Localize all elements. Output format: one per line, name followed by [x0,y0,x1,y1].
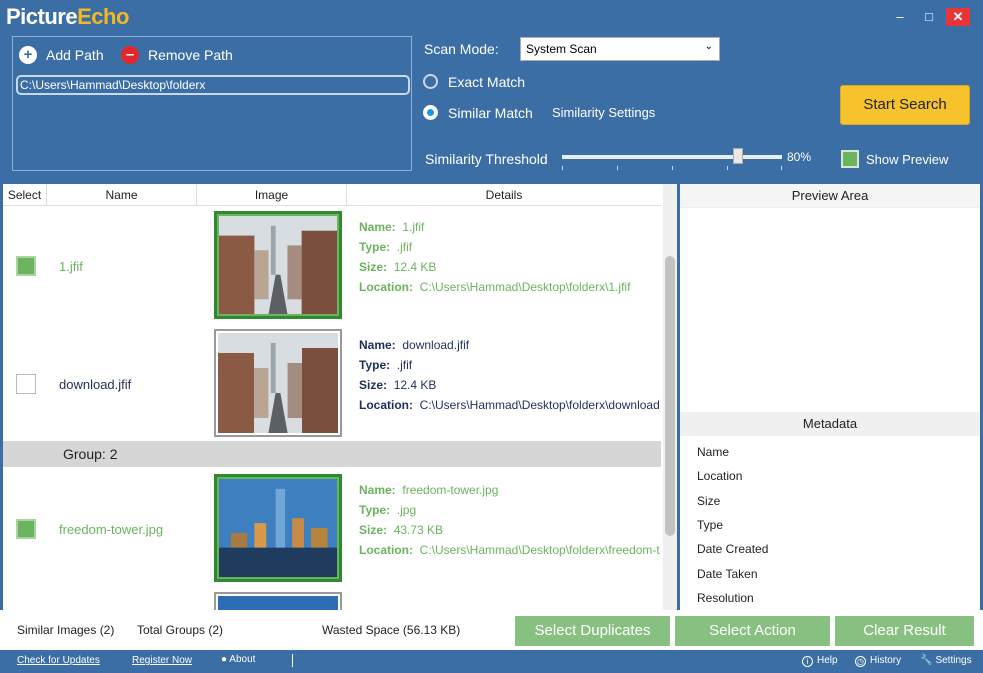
partial-image [218,596,338,610]
similarity-threshold-label: Similarity Threshold [425,151,548,167]
footer-bar: Check for Updates Register Now ● About i… [0,650,983,673]
slider-tick [727,166,728,170]
similar-match-label[interactable]: Similar Match [448,105,533,121]
metadata-field-location: Location [697,469,743,483]
metadata-field-type: Type [697,518,724,532]
row-checkbox[interactable] [16,256,36,276]
similarity-slider-track[interactable] [562,155,782,159]
city-street-image [218,333,338,433]
results-table: Select Name Image Details 1.jfif Name: 1… [3,184,677,610]
scan-mode-dropdown[interactable]: System Scan ⌄ [520,37,720,61]
title-bar: PictureEcho – □ ✕ [0,0,983,36]
file-details: Name: freedom-tower.jpg Type: .jpg Size:… [359,483,660,557]
chevron-down-icon: ⌄ [704,41,713,52]
show-preview-checkbox[interactable] [841,150,859,168]
metadata-panel: Metadata Name Location Size Type Date Cr… [680,412,980,610]
column-header-select[interactable]: Select [3,184,47,206]
file-details: Name: download.jfif Type: .jfif Size: 12… [359,338,660,412]
select-duplicates-button[interactable]: Select Duplicates [515,616,670,646]
scan-mode-value: System Scan [526,42,597,56]
status-bar: Similar Images (2) Total Groups (2) Wast… [0,610,983,650]
register-link[interactable]: Register Now [132,655,192,666]
column-header-details[interactable]: Details [347,184,661,206]
minus-icon: – [121,46,139,64]
settings-label: Settings [935,655,972,666]
similar-match-radio[interactable] [423,105,438,120]
settings-link[interactable]: 🔧 Settings [920,655,972,666]
info-icon: i [802,656,813,667]
file-details: Name: 1.jfif Type: .jfif Size: 12.4 KB L… [359,220,631,294]
threshold-value: 80% [787,150,812,164]
file-name: 1.jfif [59,259,83,274]
path-panel: + Add Path – Remove Path C:\Users\Hammad… [12,36,412,171]
metadata-title: Metadata [680,412,980,436]
total-groups-count: Total Groups (2) [137,623,224,637]
scan-mode-label: Scan Mode: [424,41,499,57]
wasted-space: Wasted Space (56.13 KB) [322,623,461,637]
exact-match-radio[interactable] [423,74,438,89]
metadata-field-date-taken: Date Taken [697,567,758,581]
remove-path-label: Remove Path [148,47,233,63]
minimize-button[interactable]: – [888,8,912,26]
help-link[interactable]: i Help [802,655,838,667]
skyline-image [219,479,337,577]
image-thumbnail[interactable] [214,474,342,582]
clear-result-button[interactable]: Clear Result [835,616,974,646]
table-header: Select Name Image Details [3,184,661,206]
slider-tick [781,166,782,170]
slider-tick [617,166,618,170]
image-thumbnail[interactable] [214,329,342,437]
add-path-button[interactable]: + Add Path [19,45,104,65]
help-label: Help [817,655,838,666]
footer-divider [292,654,293,667]
table-row[interactable]: freedom-tower.jpg Name: freedom-tower.jp… [3,470,661,588]
metadata-field-size: Size [697,494,721,508]
table-row[interactable]: 1.jfif Name: 1.jfif Type: .jfif Size: 12… [3,207,661,325]
slider-tick [562,166,563,170]
app-logo: PictureEcho [6,4,129,29]
about-link[interactable]: ● About [221,654,255,665]
about-label: About [229,654,256,665]
close-button[interactable]: ✕ [946,8,970,26]
show-preview-label[interactable]: Show Preview [866,152,948,167]
image-thumbnail[interactable] [214,592,342,610]
scrollbar-thumb[interactable] [665,256,675,536]
wrench-icon: 🔧 [920,655,933,666]
exact-match-label[interactable]: Exact Match [448,74,525,90]
file-name: download.jfif [59,377,132,392]
similar-images-count: Similar Images (2) [17,623,115,637]
table-row[interactable]: download.jfif Name: download.jfif Type: … [3,325,661,443]
group-label: Group: 2 [63,446,118,462]
row-checkbox[interactable] [16,374,36,394]
add-path-label: Add Path [46,47,104,63]
plus-icon: + [19,46,37,64]
select-action-button[interactable]: Select Action [675,616,830,646]
column-header-name[interactable]: Name [47,184,197,206]
metadata-field-resolution: Resolution [697,591,754,605]
start-search-button[interactable]: Start Search [840,85,970,125]
file-name: freedom-tower.jpg [59,522,164,537]
history-label: History [870,655,902,666]
path-list-item[interactable]: C:\Users\Hammad\Desktop\folderx [16,75,410,95]
maximize-button[interactable]: □ [917,8,941,26]
metadata-field-date-created: Date Created [697,542,769,556]
column-header-image[interactable]: Image [197,184,347,206]
row-checkbox[interactable] [16,519,36,539]
slider-tick [672,166,673,170]
remove-path-button[interactable]: – Remove Path [121,45,233,65]
preview-panel: Preview Area [680,184,980,412]
city-street-image [219,216,337,314]
metadata-field-name: Name [697,445,730,459]
check-updates-link[interactable]: Check for Updates [17,655,100,666]
history-link[interactable]: ◷ History [855,655,901,667]
user-icon: ● [221,654,228,665]
clock-icon: ◷ [855,656,866,667]
similarity-slider-thumb[interactable] [733,148,743,164]
preview-title: Preview Area [680,184,980,208]
image-thumbnail[interactable] [214,211,342,319]
group-header: Group: 2 [3,441,661,467]
similarity-settings-link[interactable]: Similarity Settings [552,105,655,120]
